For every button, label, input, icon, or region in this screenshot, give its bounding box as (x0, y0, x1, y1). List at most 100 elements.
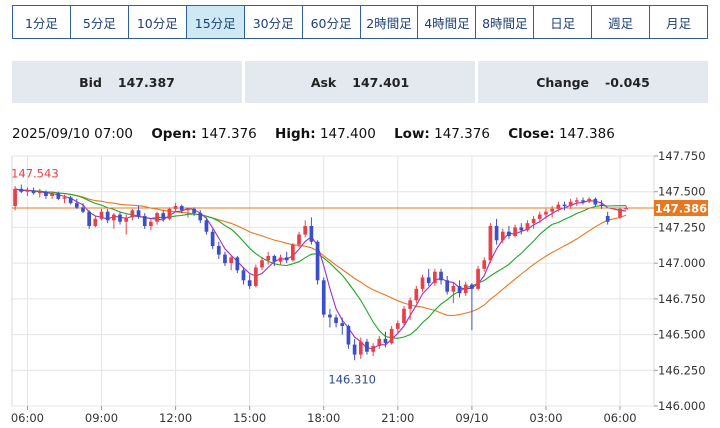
candle-body (284, 257, 289, 261)
change-label: Change (536, 74, 590, 90)
last-price-tag-label: 147.386 (655, 202, 707, 216)
candle-body (278, 257, 283, 262)
candle-body (74, 203, 79, 208)
candle-body (494, 226, 499, 241)
candle-body (223, 254, 227, 264)
y-tick-label: 147.000 (658, 256, 706, 270)
candle-body (260, 260, 264, 268)
candle-body (112, 214, 116, 221)
candle-body (519, 227, 524, 231)
candle-body (155, 213, 159, 222)
close-label: Close: (508, 126, 555, 142)
candle-body (303, 226, 308, 235)
interval-tab[interactable]: 5分足 (71, 6, 129, 38)
ask-label: Ask (310, 74, 337, 90)
interval-tab[interactable]: 2時間足 (361, 6, 419, 38)
candle-body (328, 314, 332, 318)
candle-body (204, 220, 209, 232)
candle-body (408, 300, 413, 309)
open-value: 147.376 (200, 126, 257, 142)
candle-body (389, 328, 394, 344)
x-tick-label: 18:00 (307, 411, 340, 425)
candle-body (587, 198, 592, 202)
x-tick-label: 21:00 (381, 411, 414, 425)
x-tick-label: 03:00 (529, 411, 562, 425)
candle-body (426, 277, 431, 284)
candle-body (37, 191, 42, 194)
min-price-label: 146.310 (328, 373, 376, 387)
x-tick-label: 09:00 (85, 411, 118, 425)
y-tick-label: 146.500 (658, 328, 706, 342)
candle-body (457, 286, 462, 294)
ask-value: 147.401 (352, 74, 410, 90)
interval-tab[interactable]: 4時間足 (418, 6, 477, 38)
y-tick-label: 146.000 (658, 399, 706, 413)
candle-body (229, 257, 233, 264)
candle-body (56, 193, 61, 199)
candle-body (44, 191, 48, 196)
candle-body (272, 256, 277, 262)
high-label: High: (275, 126, 316, 142)
candle-body (402, 308, 406, 324)
candle-body (562, 204, 567, 206)
candle-body (87, 211, 92, 226)
y-tick-label: 147.250 (658, 220, 706, 234)
y-tick-label: 146.250 (658, 363, 706, 377)
interval-tab[interactable]: 15分足 (186, 6, 245, 38)
candle-body (476, 268, 480, 289)
plot-area (11, 155, 655, 407)
low-value: 147.376 (434, 126, 490, 142)
candle-body (50, 193, 54, 196)
candle-body (198, 213, 203, 221)
candle-body (93, 218, 98, 226)
interval-tab[interactable]: 60分足 (303, 6, 361, 38)
price-chart[interactable]: 147.750 147.500 147.250 147.000 146.750 146.5… (0, 144, 720, 428)
interval-tab[interactable]: 日足 (534, 6, 593, 38)
candle-body (371, 346, 375, 352)
candle-body (346, 326, 351, 345)
candle-body (142, 216, 147, 226)
interval-tab[interactable]: 週足 (592, 6, 651, 38)
candle-body (321, 280, 326, 315)
bid-value: 147.387 (117, 74, 175, 90)
ask-box: Ask 147.401 (245, 61, 475, 103)
candle-body (81, 207, 85, 212)
candle-body (420, 277, 425, 289)
candle-body (581, 200, 585, 202)
candle-body (149, 221, 153, 226)
x-tick-label: 06:00 (603, 411, 636, 425)
candle-body (574, 200, 579, 202)
candle-body (161, 213, 166, 219)
candle-body (105, 211, 110, 221)
candle-body (605, 216, 610, 222)
y-tick-label: 146.750 (658, 292, 706, 306)
x-tick-label: 09/10 (455, 411, 488, 425)
candle-body (13, 188, 17, 206)
change-box: Change -0.045 (478, 61, 708, 103)
interval-tab[interactable]: 30分足 (245, 6, 303, 38)
candle-body (556, 204, 561, 209)
candle-body (241, 270, 246, 281)
candle-body (124, 217, 129, 222)
interval-tab[interactable]: 月足 (650, 6, 707, 38)
interval-tab[interactable]: 1分足 (13, 6, 71, 38)
candle-body (500, 231, 505, 241)
x-tick-label: 15:00 (233, 411, 266, 425)
candle-body (68, 197, 73, 204)
candle-body (173, 206, 178, 209)
candle-body (624, 208, 629, 210)
candle-body (216, 246, 221, 255)
candle-body (599, 204, 604, 206)
bid-box: Bid 147.387 (12, 61, 242, 103)
candle-body (550, 208, 554, 212)
interval-tab[interactable]: 8時間足 (476, 6, 535, 38)
candle-body (210, 231, 215, 246)
close-value: 147.386 (558, 126, 615, 142)
candle-body (507, 231, 511, 236)
candle-body (531, 218, 536, 224)
ohlc-readout: 2025/09/10 07:00 Open: 147.376 High: 147… (12, 126, 615, 142)
interval-tab[interactable]: 10分足 (129, 6, 187, 38)
candle-body (488, 226, 493, 261)
y-tick-label: 147.750 (658, 149, 706, 163)
candle-body (136, 210, 141, 216)
